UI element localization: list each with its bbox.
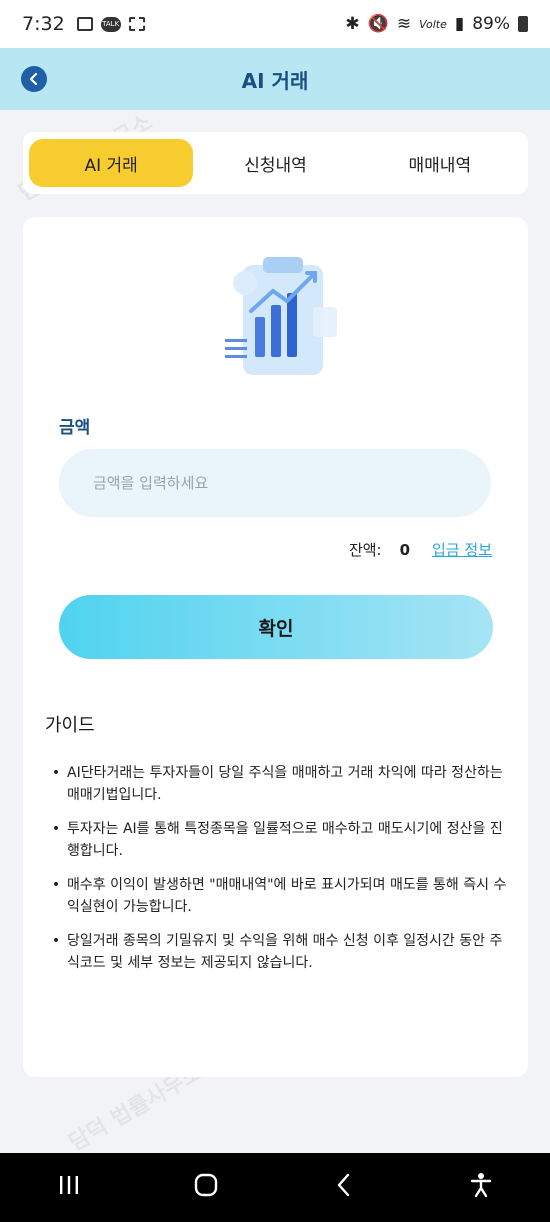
status-right: ✱ 🔇 ≋ Volte ▮ 89% [337,14,528,34]
tab-bar: AI 거래 신청내역 매매내역 [23,132,528,194]
guide-item-text: 투자자는 AI를 통해 특정종목을 일률적으로 매수하고 매도시기에 정산을 진… [67,821,503,859]
trading-chart-illustration [225,257,337,375]
status-time: 7:32 [22,13,65,35]
guide-item-text: 당일거래 종목의 기밀유지 및 수익을 위해 매수 신청 이후 일정시간 동안 … [67,933,503,971]
balance-row: 잔액: 0 입금 정보 [349,539,492,560]
page-title: AI 거래 [241,68,309,93]
chevron-left-icon [29,73,38,85]
guide-item: • 당일거래 종목의 기밀유지 및 수익을 위해 매수 신청 이후 일정시간 동… [45,930,515,974]
signal-icon: ▮ [454,14,465,34]
battery-icon [518,16,528,32]
home-button[interactable] [176,1172,236,1204]
guide-item: • AI단타거래는 투자자들이 당일 주식을 매매하고 거래 차익에 따라 정산… [45,762,515,806]
amount-input[interactable] [59,449,491,517]
trade-card: 금액 잔액: 0 입금 정보 확인 가이드 • AI단타거래는 투자자들이 당일… [23,217,528,1077]
battery-percent: 89% [472,14,510,34]
guide-item: • 매수후 이익이 발생하면 "매매내역"에 바로 표시가되며 매도를 통해 즉… [45,874,515,918]
guide-item-text: 매수후 이익이 발생하면 "매매내역"에 바로 표시가되며 매도를 통해 즉시 … [67,877,507,915]
tab-ai-trade[interactable]: AI 거래 [29,139,194,187]
home-icon [195,1173,218,1196]
bullet-icon: • [51,821,61,837]
confirm-button[interactable]: 확인 [59,595,493,659]
guide-item-text: AI단타거래는 투자자들이 당일 주식을 매매하고 거래 차익에 따라 정산하는… [67,765,503,803]
network-label: Volte [419,17,447,31]
guide-list: • AI단타거래는 투자자들이 당일 주식을 매매하고 거래 차익에 따라 정산… [45,762,515,986]
bluetooth-icon: ✱ [345,14,360,34]
app-screen: 7:32 TALK ✱ 🔇 ≋ Volte ▮ 89% AI 거래 담덕 법률사… [0,0,550,1222]
recent-apps-icon [59,1175,78,1194]
wifi-icon: ≋ [396,14,412,34]
guide-title: 가이드 [45,715,95,736]
screen-capture-icon [128,17,145,31]
bullet-icon: • [51,765,61,781]
back-button[interactable] [21,66,47,92]
gallery-icon [76,17,93,31]
bullet-icon: • [51,877,61,893]
amount-label: 금액 [59,418,91,438]
accessibility-icon [471,1172,492,1197]
recent-apps-button[interactable] [39,1174,99,1202]
back-nav-button[interactable] [314,1173,374,1203]
balance-value: 0 [399,540,411,559]
deposit-info-link[interactable]: 입금 정보 [432,539,492,560]
tab-trade-history[interactable]: 매매내역 [358,139,522,187]
system-nav-bar [0,1153,550,1222]
accessibility-button[interactable] [451,1172,511,1204]
guide-item: • 투자자는 AI를 통해 특정종목을 일률적으로 매수하고 매도시기에 정산을… [45,818,515,862]
tab-applications[interactable]: 신청내역 [193,139,357,187]
status-bar: 7:32 TALK ✱ 🔇 ≋ Volte ▮ 89% [0,0,550,48]
balance-label: 잔액: [348,541,382,559]
app-header: AI 거래 [0,48,550,110]
back-icon [337,1173,349,1196]
talk-icon: TALK [100,16,121,32]
bullet-icon: • [51,933,61,949]
mute-icon: 🔇 [367,14,389,34]
